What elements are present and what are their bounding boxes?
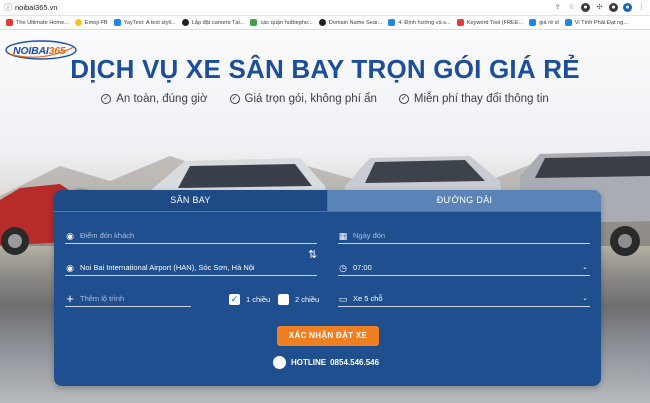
page-headline: DỊCH VỤ XE SÂN BAY TRỌN GÓI GIÁ RẺ <box>70 54 580 84</box>
round-trip-checkbox[interactable]: 2 chiều <box>278 294 319 305</box>
pickup-date-input[interactable]: ▦ Ngày đón <box>338 228 590 244</box>
tab-long-distance[interactable]: ĐƯỜNG DÀI <box>328 190 601 211</box>
chrome-menu-icon[interactable]: ⋮ <box>637 3 646 12</box>
bookmark-item[interactable]: các quận hutbepho... <box>250 19 313 26</box>
location-pin-icon: ◉ <box>66 262 74 273</box>
one-way-checkbox[interactable]: ✓ 1 chiều <box>229 294 270 305</box>
feature-item: ✓ Giá trọn gói, không phí ẩn <box>229 93 377 105</box>
extension-dark-icon[interactable]: ● <box>609 3 618 12</box>
bookmark-favicon-icon <box>318 19 326 26</box>
check-circle-icon: ✓ <box>101 94 112 104</box>
phone-icon: ✆ <box>273 356 286 369</box>
bookmark-favicon-icon <box>6 19 13 26</box>
browser-address-bar[interactable]: ⓘ noibai365.vn ⇪ ☆ ● ✣ ● ● ⋮ <box>0 0 650 16</box>
clock-icon: ◷ <box>339 262 347 273</box>
bookmark-item[interactable]: Vi Tính Phát Đạt ng... <box>564 19 628 26</box>
destination-input[interactable]: ◉ Noi Bai International Airport (HAN), S… <box>65 260 317 276</box>
bookmark-item[interactable]: The Ultimate Home... <box>6 19 69 26</box>
checkbox-checked-icon: ✓ <box>229 294 240 305</box>
pickup-time-select[interactable]: ◷ 07:00 ⌄ <box>338 260 590 276</box>
feature-list: ✓ An toàn, đúng giờ ✓ Giá trọn gói, không … <box>0 93 650 105</box>
puzzle-extensions-icon[interactable]: ✣ <box>595 3 604 12</box>
profile-avatar[interactable]: ● <box>623 3 632 12</box>
booking-tabs: SÂN BAY ĐƯỜNG DÀI <box>54 190 601 211</box>
bookmark-favicon-icon <box>250 19 258 26</box>
bookmark-favicon-icon <box>456 19 464 26</box>
check-circle-icon: ✓ <box>229 94 240 104</box>
location-pin-icon: ◉ <box>66 230 74 241</box>
bookmark-item[interactable]: Domain Name Sear... <box>318 19 382 26</box>
feature-item: ✓ An toàn, đúng giờ <box>101 93 208 105</box>
site-info-icon[interactable]: ⓘ <box>3 3 13 13</box>
add-route-input[interactable]: + Thêm lộ trình <box>65 291 191 307</box>
booking-panel: SÂN BAY ĐƯỜNG DÀI ◉ Điểm đón khách ⇅ ▦ N… <box>54 190 601 386</box>
bookmark-item[interactable]: Keyword Tool (FREE... <box>456 19 523 26</box>
confirm-booking-button[interactable]: XÁC NHẬN ĐẶT XE <box>277 326 379 346</box>
bookmark-favicon-icon <box>564 19 572 26</box>
plus-icon: + <box>66 290 74 306</box>
bookmark-item[interactable]: giá rẻ sl <box>529 19 559 26</box>
hotline[interactable]: ✆ HOTLINE 0854.546.546 <box>273 356 379 369</box>
vehicle-type-select[interactable]: ▭ Xe 5 chỗ ⌄ <box>338 291 590 307</box>
bookmark-favicon-icon <box>113 19 121 26</box>
bookmark-favicon-icon <box>181 19 189 26</box>
url-text[interactable]: noibai365.vn <box>15 3 58 12</box>
hotline-label: HOTLINE <box>291 358 327 367</box>
calendar-icon: ▦ <box>338 230 348 241</box>
hotline-number: 0854.546.546 <box>330 358 380 367</box>
bookmark-favicon-icon <box>388 19 396 26</box>
chevron-down-icon: ⌄ <box>582 295 588 302</box>
check-circle-icon: ✓ <box>398 94 409 104</box>
share-icon[interactable]: ⇪ <box>553 3 562 12</box>
bookmark-item[interactable]: YayText: A text styli... <box>113 19 176 26</box>
bookmark-item[interactable]: Emoji FB <box>74 19 108 26</box>
bookmark-star-icon[interactable]: ☆ <box>567 3 576 12</box>
bookmark-item[interactable]: 4. Định hướng và s... <box>388 19 451 26</box>
tab-airport[interactable]: SÂN BAY <box>54 190 328 211</box>
hero-section: NOIBAI365 DỊCH VỤ XE SÂN BAY TRỌN GÓI GI… <box>0 31 650 403</box>
bookmark-favicon-icon <box>74 19 82 26</box>
feature-item: ✓ Miễn phí thay đổi thông tin <box>398 93 549 105</box>
extension-icon[interactable]: ● <box>581 3 590 12</box>
bookmark-item[interactable]: Lắp đặt camera Tại... <box>181 19 244 26</box>
chevron-down-icon: ⌄ <box>582 264 588 271</box>
bookmarks-bar: The Ultimate Home... Emoji FB YayText: A… <box>0 16 650 30</box>
car-icon: ▭ <box>338 293 348 304</box>
checkbox-unchecked-icon <box>278 294 289 305</box>
bookmark-favicon-icon <box>529 19 537 26</box>
tab-divider <box>54 211 601 212</box>
pickup-location-input[interactable]: ◉ Điểm đón khách <box>65 228 317 244</box>
